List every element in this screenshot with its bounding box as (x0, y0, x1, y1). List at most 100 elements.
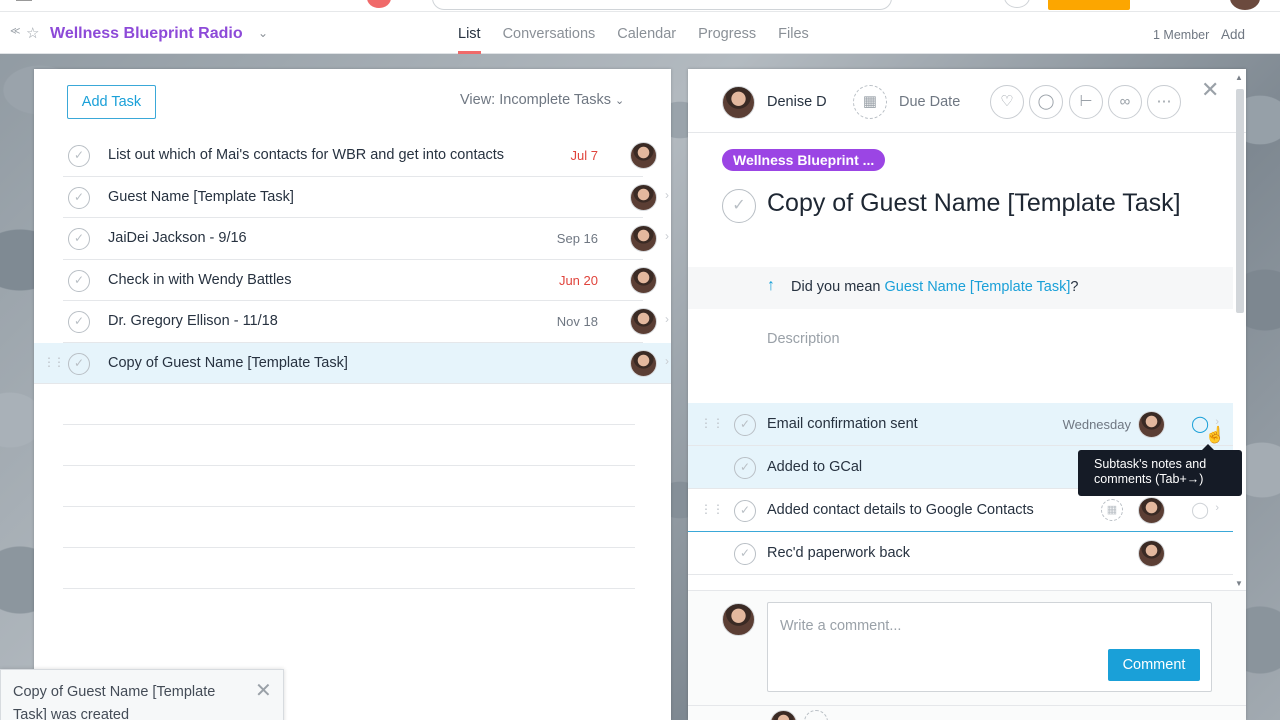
task-row[interactable]: ✓ Guest Name [Template Task] › (63, 177, 669, 218)
complete-check-icon[interactable]: ✓ (734, 457, 756, 479)
complete-check-icon[interactable]: ✓ (734, 543, 756, 565)
comment-placeholder[interactable]: Write a comment... (780, 618, 901, 634)
project-title[interactable]: Wellness Blueprint Radio (50, 25, 243, 43)
task-row-selected[interactable]: ⋮⋮ ✓ Copy of Guest Name [Template Task] … (34, 342, 671, 384)
assignee-avatar[interactable] (630, 183, 657, 211)
heart-icon[interactable]: ♡ (990, 85, 1024, 119)
add-member-link[interactable]: Add (1221, 27, 1245, 42)
empty-task-row[interactable] (63, 507, 635, 548)
complete-check-icon[interactable]: ✓ (734, 414, 756, 436)
task-row[interactable]: ✓ JaiDei Jackson - 9/16 Sep 16 › (63, 218, 669, 260)
complete-check-icon[interactable]: ✓ (68, 186, 90, 209)
comment-button[interactable]: Comment (1108, 649, 1200, 681)
complete-check-icon[interactable]: ✓ (68, 311, 90, 333)
complete-check-icon[interactable]: ✓ (68, 269, 90, 292)
toast-message[interactable]: Copy of Guest Name [Template Task] was c… (13, 681, 245, 720)
scrollbar-thumb[interactable] (1236, 89, 1244, 313)
chevron-right-icon[interactable]: › (665, 188, 669, 202)
comment-input[interactable]: Write a comment... Comment (767, 602, 1212, 692)
subtask-row[interactable]: ✓ Rec'd paperwork back (688, 532, 1233, 575)
close-icon[interactable]: ✕ (255, 678, 272, 703)
user-avatar[interactable] (1230, 0, 1260, 10)
empty-task-row[interactable] (63, 548, 635, 589)
empty-task-row[interactable] (63, 466, 635, 507)
tab-list[interactable]: List (458, 12, 481, 54)
chevron-right-icon[interactable]: › (1215, 502, 1219, 514)
subtask-due-date[interactable]: Wednesday (1063, 417, 1131, 432)
subtask-name[interactable]: Added to GCal (767, 459, 862, 475)
duplicate-link[interactable]: Guest Name [Template Task] (885, 279, 1071, 295)
follower-avatar[interactable] (770, 710, 797, 720)
subtask-name[interactable]: Email confirmation sent (767, 416, 918, 432)
task-due-date[interactable]: Jul 7 (571, 148, 598, 163)
chevron-right-icon[interactable]: › (665, 354, 669, 368)
scroll-up-icon[interactable]: ▲ (1235, 73, 1243, 82)
drag-handle-icon[interactable]: ⋮⋮ (700, 416, 724, 430)
drag-handle-icon[interactable]: ⋮⋮ (43, 355, 65, 369)
empty-task-row[interactable] (63, 384, 635, 425)
scrollbar[interactable]: ▲ ▼ (1234, 73, 1244, 590)
calendar-icon[interactable]: ▦ (853, 85, 887, 119)
complete-check-icon[interactable]: ✓ (722, 189, 756, 223)
description-field[interactable]: Description (767, 331, 840, 347)
drag-handle-icon[interactable]: ⋮⋮ (700, 502, 724, 516)
subtask-row[interactable]: ⋮⋮ ✓ Email confirmation sent Wednesday ◯… (688, 403, 1233, 446)
assignee-avatar[interactable] (630, 349, 657, 377)
task-due-date[interactable]: Nov 18 (557, 314, 598, 329)
due-date-label[interactable]: Due Date (899, 94, 960, 110)
assignee-avatar[interactable] (630, 225, 657, 252)
complete-check-icon[interactable]: ✓ (734, 500, 756, 522)
task-row[interactable]: ✓ Check in with Wendy Battles Jun 20 (63, 260, 657, 301)
comment-bubble-icon[interactable]: ◯ (1191, 500, 1209, 520)
assignee-avatar[interactable] (630, 266, 657, 294)
chevron-right-icon[interactable]: › (665, 229, 669, 243)
calendar-icon[interactable]: ▦ (1101, 499, 1123, 521)
task-name[interactable]: JaiDei Jackson - 9/16 (108, 230, 247, 246)
subtask-name[interactable]: Rec'd paperwork back (767, 545, 910, 561)
upgrade-button[interactable] (1048, 0, 1130, 10)
view-filter-dropdown[interactable]: View: Incomplete Tasks ⌄ (460, 92, 624, 108)
task-name[interactable]: Dr. Gregory Ellison - 11/18 (108, 313, 278, 329)
empty-task-row[interactable] (63, 425, 635, 466)
task-name[interactable]: Copy of Guest Name [Template Task] (108, 355, 348, 371)
subtask-name[interactable]: Added contact details to Google Contacts (767, 502, 1034, 518)
subtask-icon[interactable]: ⊢ (1069, 85, 1103, 119)
tab-conversations[interactable]: Conversations (503, 12, 596, 54)
task-name[interactable]: Check in with Wendy Battles (108, 272, 291, 288)
members-count[interactable]: 1 Member (1153, 28, 1209, 42)
tab-progress[interactable]: Progress (698, 12, 756, 54)
tab-files[interactable]: Files (778, 12, 809, 54)
more-icon[interactable]: ⋯ (1147, 85, 1181, 119)
assignee-avatar[interactable] (630, 308, 657, 335)
help-icon[interactable] (1004, 0, 1030, 8)
task-row[interactable]: ✓ Dr. Gregory Ellison - 11/18 Nov 18 › (63, 301, 669, 343)
assignee-name[interactable]: Denise D (767, 94, 827, 110)
task-name[interactable]: Guest Name [Template Task] (108, 189, 294, 205)
task-due-date[interactable]: Jun 20 (559, 273, 598, 288)
task-row[interactable]: ✓ List out which of Mai's contacts for W… (63, 135, 657, 177)
assignee-avatar[interactable] (1138, 411, 1165, 438)
star-icon[interactable]: ☆ (26, 24, 39, 42)
complete-check-icon[interactable]: ✓ (68, 145, 90, 167)
chevron-down-icon[interactable]: ⌄ (258, 26, 268, 40)
task-title[interactable]: Copy of Guest Name [Template Task] (767, 187, 1197, 219)
complete-check-icon[interactable]: ✓ (68, 228, 90, 250)
task-due-date[interactable]: Sep 16 (557, 231, 598, 246)
assignee-avatar[interactable] (1138, 540, 1165, 567)
project-tag-pill[interactable]: Wellness Blueprint ... (722, 149, 886, 171)
complete-check-icon[interactable]: ✓ (68, 352, 90, 375)
assignee-avatar[interactable] (1138, 497, 1165, 524)
notification-icon[interactable] (367, 0, 391, 8)
task-name[interactable]: List out which of Mai's contacts for WBR… (108, 147, 504, 163)
add-follower-icon[interactable] (804, 710, 828, 720)
search-input[interactable] (432, 0, 892, 10)
scroll-down-icon[interactable]: ▼ (1235, 579, 1243, 588)
tag-icon[interactable]: ◯ (1029, 85, 1063, 119)
menu-icon[interactable] (16, 0, 32, 1)
collapse-sidebar-icon[interactable]: ≪ (10, 26, 20, 37)
tab-calendar[interactable]: Calendar (617, 12, 676, 54)
assignee-avatar[interactable] (722, 86, 755, 119)
add-task-button[interactable]: Add Task (67, 85, 156, 119)
close-icon[interactable]: ✕ (1201, 77, 1219, 103)
assignee-avatar[interactable] (630, 142, 657, 169)
